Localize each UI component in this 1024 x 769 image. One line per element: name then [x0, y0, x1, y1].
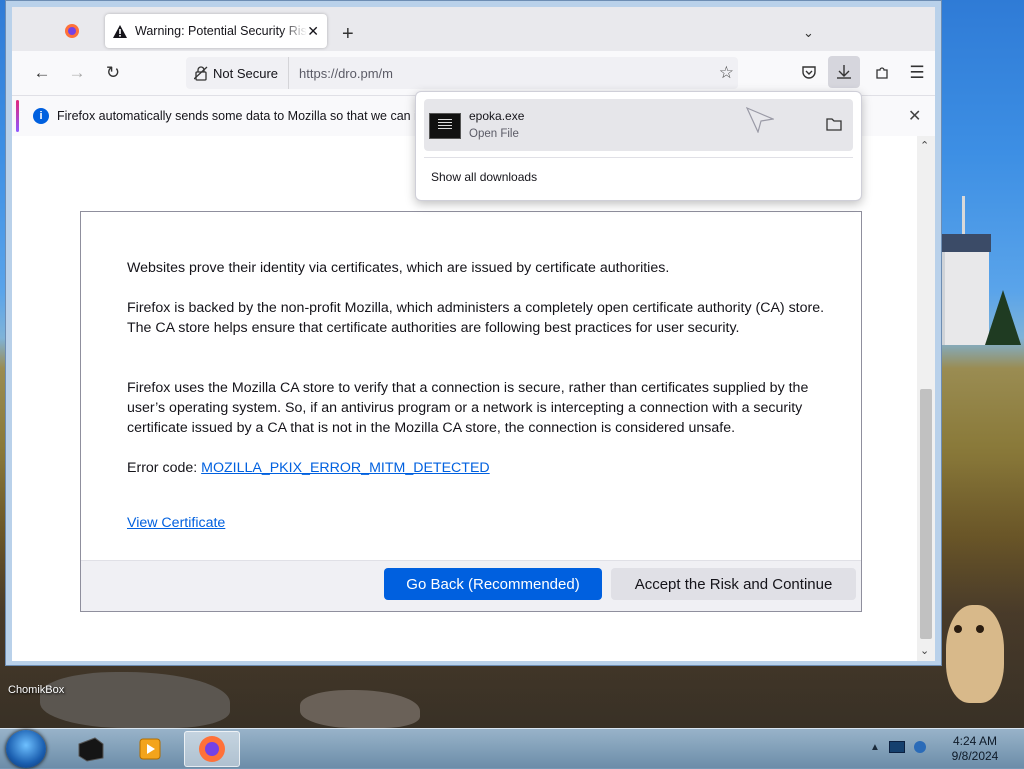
reload-icon[interactable]: ↻: [102, 62, 124, 84]
view-certificate-line: View Certificate: [127, 513, 827, 533]
error-code-line: Error code: MOZILLA_PKIX_ERROR_MITM_DETE…: [127, 458, 827, 478]
view-certificate-link[interactable]: View Certificate: [127, 515, 225, 531]
desktop-icon-chomikbox[interactable]: ChomikBox: [8, 664, 80, 696]
show-all-downloads-link[interactable]: Show all downloads: [431, 170, 537, 184]
black-box-app-icon: [78, 737, 104, 762]
gopher-desktop-pet[interactable]: [946, 605, 1004, 703]
taskbar: ▲ 4:24 AM 9/8/2024: [0, 728, 1024, 769]
wallpaper-lighthouse: [941, 234, 991, 345]
not-secure-label: Not Secure: [213, 65, 279, 81]
site-security-indicator[interactable]: Not Secure: [186, 57, 290, 89]
pocket-icon[interactable]: [798, 62, 820, 84]
paragraph-certificates: Websites prove their identity via certif…: [127, 260, 670, 276]
advanced-error-panel: Websites prove their identity via certif…: [80, 211, 862, 612]
page-scrollbar[interactable]: ⌃ ⌄: [917, 136, 935, 661]
accept-risk-button[interactable]: Accept the Risk and Continue: [611, 568, 856, 600]
wallpaper-rock: [300, 690, 420, 728]
downloads-panel: epoka.exe Open File Show all downloads: [415, 91, 862, 201]
desktop-icon-label: ChomikBox: [8, 684, 65, 696]
scrollbar-thumb[interactable]: [920, 389, 932, 639]
browser-window: — □ ✕ Warning: Potential Security Risk ✕…: [5, 0, 942, 666]
new-tab-button[interactable]: +: [342, 23, 354, 46]
bookmark-star-icon[interactable]: ☆: [719, 63, 734, 83]
navigation-toolbar: ← → ↻ Not Secure https://dro.pm/m ☆ ☰: [12, 51, 935, 95]
executable-file-icon: [429, 113, 461, 139]
scroll-up-chevron-icon[interactable]: ⌃: [920, 139, 929, 152]
list-all-tabs-chevron-down-icon[interactable]: ⌄: [803, 25, 814, 41]
paragraph-ca-store-verification: Firefox uses the Mozilla CA store to ver…: [127, 380, 809, 436]
paragraph-mozilla-store: Firefox is backed by the non-profit Mozi…: [127, 300, 825, 336]
start-button[interactable]: [6, 730, 46, 768]
tab-title: Warning: Potential Security Risk: [135, 24, 308, 38]
show-hidden-icons-chevron-icon[interactable]: ▲: [870, 742, 880, 753]
downloads-separator: [424, 157, 853, 158]
warning-icon: [113, 24, 127, 38]
menu-hamburger-icon[interactable]: ☰: [906, 62, 928, 84]
folder-icon[interactable]: [826, 117, 842, 131]
url-bar[interactable]: Not Secure https://dro.pm/m ☆: [186, 57, 738, 89]
system-clock[interactable]: 4:24 AM 9/8/2024: [940, 734, 1010, 764]
taskbar-chomikbox-app[interactable]: [62, 731, 118, 767]
info-icon: i: [33, 108, 49, 124]
forward-arrow-icon[interactable]: →: [66, 62, 88, 84]
scroll-down-chevron-icon[interactable]: ⌄: [920, 644, 929, 657]
download-filename: epoka.exe: [469, 109, 525, 123]
clock-time: 4:24 AM: [952, 734, 998, 748]
network-icon[interactable]: [913, 741, 926, 753]
lock-warning-icon: [194, 65, 208, 81]
taskbar-firefox-app[interactable]: [184, 731, 240, 767]
notification-close-icon[interactable]: ✕: [908, 106, 921, 126]
download-status: Open File: [469, 128, 519, 140]
firefox-taskbar-icon: [199, 736, 225, 762]
system-tray: ▲: [870, 741, 926, 753]
tab-security-warning[interactable]: Warning: Potential Security Risk ✕: [105, 14, 327, 48]
wallpaper-tree: [985, 290, 1021, 345]
action-center-icon[interactable]: [888, 741, 905, 753]
download-item[interactable]: epoka.exe Open File: [424, 99, 853, 151]
extensions-puzzle-icon[interactable]: [871, 62, 893, 84]
clock-date: 9/8/2024: [951, 749, 999, 763]
taskbar-media-player-app[interactable]: [122, 731, 178, 767]
back-arrow-icon[interactable]: ←: [31, 62, 53, 84]
tab-close-icon[interactable]: ✕: [307, 23, 319, 40]
url-text[interactable]: https://dro.pm/m: [299, 66, 393, 81]
downloads-button[interactable]: [828, 56, 860, 88]
firefox-view-button[interactable]: [57, 14, 87, 48]
error-code-link[interactable]: MOZILLA_PKIX_ERROR_MITM_DETECTED: [201, 460, 490, 476]
notification-message: Firefox automatically sends some data to…: [57, 109, 428, 123]
tab-strip: Warning: Potential Security Risk ✕ + ⌄: [12, 7, 935, 51]
go-back-button[interactable]: Go Back (Recommended): [384, 568, 602, 600]
media-player-icon: [139, 738, 161, 760]
mouse-cursor-icon: [746, 107, 774, 133]
page-content: Websites prove their identity via certif…: [12, 136, 917, 661]
download-arrow-icon: [837, 65, 851, 79]
error-panel-footer: Go Back (Recommended) Accept the Risk an…: [81, 560, 861, 611]
firefox-icon: [65, 24, 79, 38]
error-code-label: Error code:: [127, 460, 202, 476]
